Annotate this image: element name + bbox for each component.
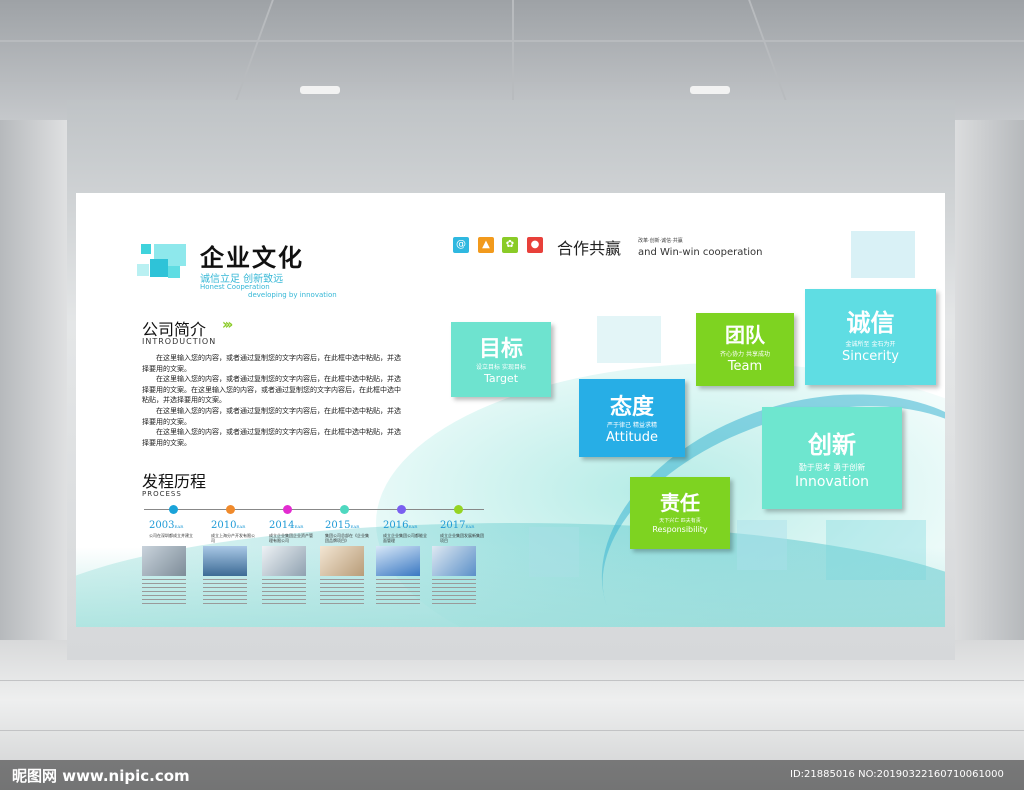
timeline-year-suffix: EAR: [174, 524, 184, 529]
value-box-responsibility: 责任 天下兴亡 匹夫有责 Responsibility: [630, 477, 730, 549]
decor-square: [851, 231, 915, 278]
user-icon: ●: [527, 237, 543, 253]
timeline-photo: [320, 546, 364, 576]
timeline-caption-lines: [262, 579, 306, 607]
value-box-target: 目标 设立目标 实现目标 Target: [451, 322, 551, 397]
timeline-caption-lines: [320, 579, 364, 607]
chart-icon: ▲: [478, 237, 494, 253]
coop-small-text: 改革·创新·诚信·共赢: [638, 238, 683, 244]
timeline-caption-lines: [203, 579, 247, 607]
timeline-dot: [340, 505, 349, 514]
arrows-icon: ›››: [222, 317, 233, 333]
timeline-year: 2015: [325, 520, 351, 531]
timeline-year: 2003: [149, 520, 175, 531]
value-subtitle: 设立目标 实现目标: [476, 364, 526, 371]
timeline-year: 2010: [211, 520, 237, 531]
value-box-attitude: 态度 严于律己 精益求精 Attitude: [579, 379, 685, 457]
timeline-text: 公司在深圳都成立并建立: [149, 533, 193, 538]
timeline-text: 成立企业集团公司都能全面管理: [383, 533, 427, 543]
value-en: Innovation: [794, 474, 870, 490]
value-title: 目标: [478, 337, 523, 362]
value-en: Attitude: [605, 430, 659, 445]
value-subtitle: 金诚所至 金石为开: [845, 341, 896, 348]
value-title: 创新: [808, 431, 856, 459]
decor-square: [529, 527, 579, 577]
decor-square: [826, 520, 926, 580]
timeline-year: 2016: [383, 520, 409, 531]
value-title: 态度: [609, 395, 654, 420]
value-subtitle: 齐心协力 共享成功: [720, 351, 770, 358]
value-subtitle: 天下兴亡 匹夫有责: [659, 518, 701, 524]
decor-square: [737, 520, 787, 570]
timeline-text: 成立企业集团发展新集团项目: [440, 533, 484, 543]
value-en: Target: [483, 372, 519, 385]
intro-heading-en: INTRODUCTION: [142, 337, 217, 346]
timeline-dot: [226, 505, 235, 514]
timeline-caption-lines: [432, 579, 476, 607]
intro-paragraph: 在这里输入您的内容，或者通过复制您的文字内容后，在此框中选中粘贴，并选择要用的文…: [142, 375, 401, 404]
watermark-text: 昵图网 www.nipic.com: [12, 767, 190, 785]
timeline-dot: [454, 505, 463, 514]
subtitle-en-1: Honest Cooperation: [200, 283, 270, 291]
value-en: Team: [727, 359, 763, 374]
timeline-dot: [283, 505, 292, 514]
intro-paragraph: 在这里输入您的内容，或者通过复制您的文字内容后，在此框中选中粘贴，并选择要用的文…: [142, 407, 401, 426]
subtitle-en-2: developing by innovation: [248, 291, 337, 299]
at-icon: @: [453, 237, 469, 253]
decor-square: [597, 316, 661, 363]
value-title: 责任: [660, 491, 700, 515]
value-box-sincerity: 诚信 金诚所至 金石为开 Sincerity: [805, 289, 936, 385]
value-subtitle: 严于律己 精益求精: [607, 422, 657, 429]
coop-subtitle-en: and Win-win cooperation: [638, 247, 763, 258]
timeline-year: 2014: [269, 520, 295, 531]
process-heading-en: PROCESS: [142, 490, 182, 498]
value-box-innovation: 创新 勤于思考 勇于创新 Innovation: [762, 407, 902, 509]
page-title: 企业文化: [200, 243, 304, 272]
right-wall: [944, 120, 1024, 680]
timeline-dot: [169, 505, 178, 514]
intro-paragraph: 在这里输入您的内容，或者通过复制您的文字内容后，在此框中选中粘贴，并选择要用的文…: [142, 354, 401, 373]
timeline-year: 2017: [440, 520, 466, 531]
timeline-text: 成立企业集团企业资产管理有限公司: [269, 533, 313, 543]
value-box-team: 团队 齐心协力 共享成功 Team: [696, 313, 794, 386]
value-subtitle: 勤于思考 勇于创新: [798, 463, 866, 472]
process-heading: 发程历程: [142, 472, 207, 491]
timeline-line: [144, 509, 484, 510]
timeline-caption-lines: [376, 579, 420, 607]
timeline-caption-lines: [142, 579, 186, 607]
left-wall: [0, 120, 70, 680]
timeline-year-suffix: EAR: [294, 524, 304, 529]
timeline-photo: [142, 546, 186, 576]
value-title: 诚信: [846, 309, 895, 337]
value-en: Sincerity: [842, 349, 899, 364]
timeline-text: 集团公司总部在《企业集团品牌项目》: [325, 533, 369, 543]
timeline-photo: [376, 546, 420, 576]
timeline-text: 成立上海分产开发有限公司: [211, 533, 255, 543]
timeline-photo: [262, 546, 306, 576]
timeline-dot: [397, 505, 406, 514]
intro-paragraph: 在这里输入您的内容，或者通过复制您的文字内容后，在此框中选中粘贴，并选择要用的文…: [142, 428, 401, 447]
value-title: 团队: [725, 323, 765, 347]
timeline-year-suffix: EAR: [236, 524, 246, 529]
timeline-photo: [203, 546, 247, 576]
value-en: Responsibility: [652, 525, 708, 534]
coop-title: 合作共赢: [557, 239, 622, 258]
gear-icon: ✿: [502, 237, 518, 253]
timeline-year-suffix: EAR: [408, 524, 418, 529]
timeline-photo: [432, 546, 476, 576]
timeline-year-suffix: EAR: [465, 524, 475, 529]
image-id-text: ID:21885016 NO:20190322160710061000: [790, 769, 1004, 780]
timeline-year-suffix: EAR: [350, 524, 360, 529]
